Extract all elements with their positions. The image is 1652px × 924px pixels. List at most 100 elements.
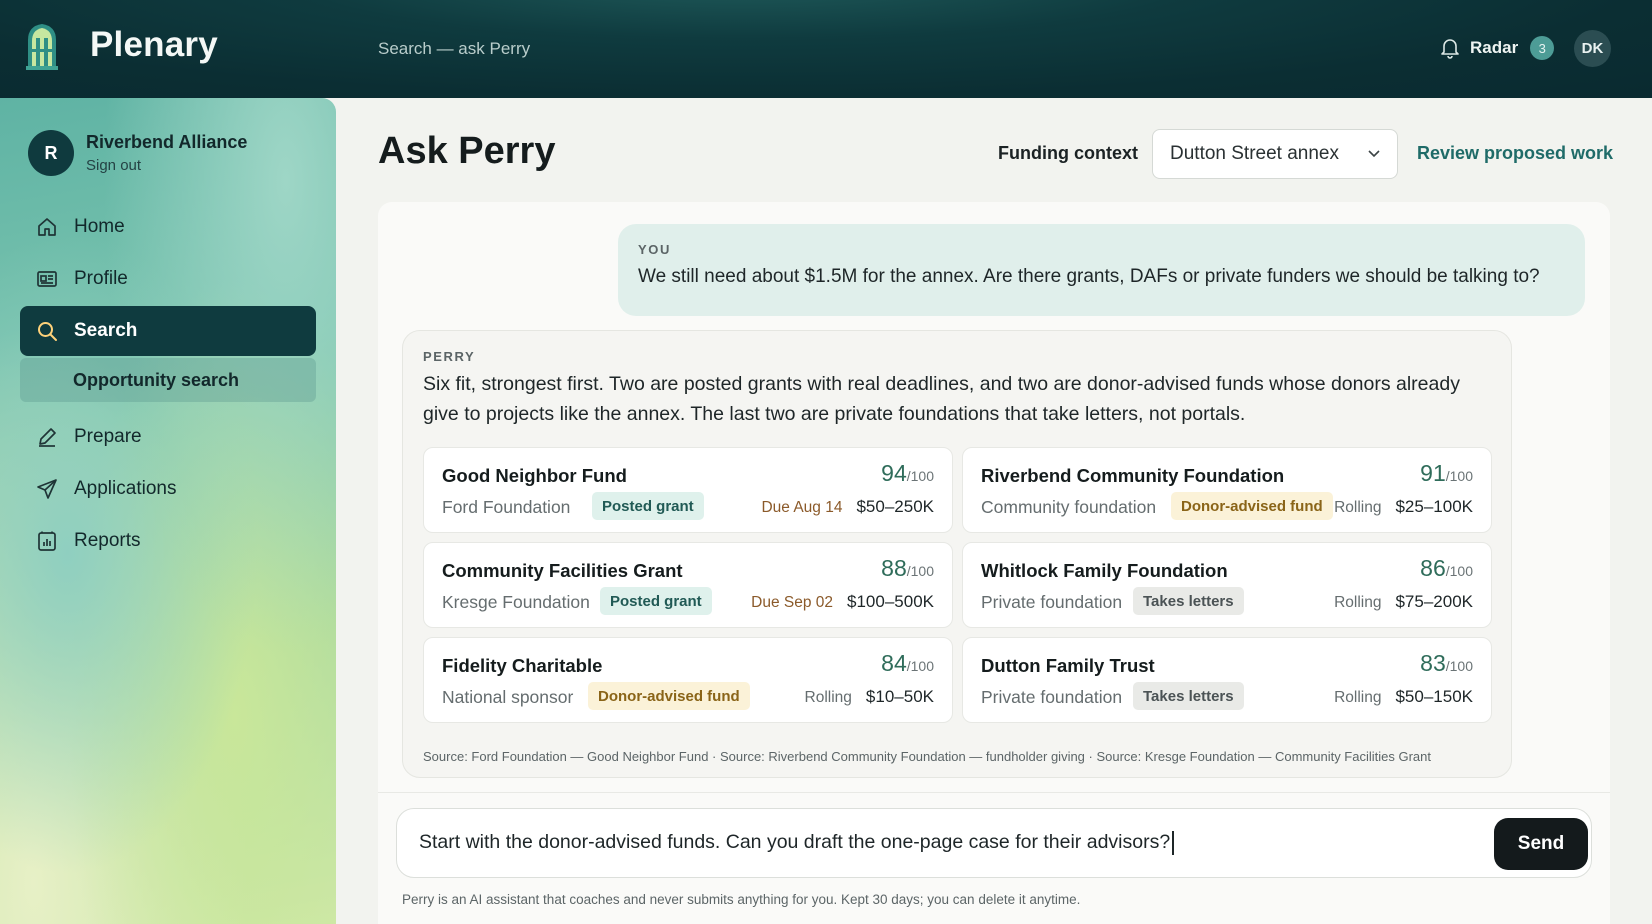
opportunity-timing: Rolling xyxy=(1334,499,1382,516)
funding-context-value: Dutton Street annex xyxy=(1170,143,1339,164)
opportunity-score: 84/100 xyxy=(881,650,934,676)
opportunity-name: Good Neighbor Fund xyxy=(442,465,627,486)
opportunity-funder: Community foundation xyxy=(981,497,1157,517)
opportunity-timing: Rolling xyxy=(1334,689,1382,706)
text-caret xyxy=(1172,831,1175,855)
opportunity-score: 86/100 xyxy=(1420,555,1473,581)
sidebar-item-applications[interactable]: Applications xyxy=(20,464,316,514)
opportunity-range: $50–250K xyxy=(856,497,934,516)
sidebar-item-label: Search xyxy=(74,320,138,341)
opportunity-card[interactable]: Whitlock Family Foundation 86/100 Privat… xyxy=(962,542,1492,628)
opportunity-funder: National sponsor xyxy=(442,687,574,707)
sidebar-item-label: Applications xyxy=(74,478,177,499)
sidebar-item-home[interactable]: Home xyxy=(20,202,316,252)
sidebar-item-label: Prepare xyxy=(74,426,142,447)
user-message-bubble: YOU We still need about $1.5M for the an… xyxy=(618,224,1585,316)
top-bar: Plenary Search — ask Perry Radar 3 DK xyxy=(0,0,1652,98)
opportunity-name: Fidelity Charitable xyxy=(442,655,603,676)
opportunity-range: $25–100K xyxy=(1395,497,1473,516)
assistant-message-label: PERRY xyxy=(423,349,476,364)
opportunity-timing: Rolling xyxy=(804,689,852,706)
pen-icon xyxy=(39,428,56,447)
opportunity-meta: Rolling $10–50K xyxy=(805,687,934,707)
opportunity-grid: Good Neighbor Fund 94/100 Ford Foundatio… xyxy=(423,447,1498,723)
assistant-message-card: PERRY Six fit, strongest first. Two are … xyxy=(402,330,1512,778)
opportunity-type-tag: Takes letters xyxy=(1133,587,1244,615)
opportunity-meta: Rolling $75–200K xyxy=(1334,592,1473,612)
opportunity-funder: Kresge Foundation xyxy=(442,592,590,612)
opportunity-name: Riverbend Community Foundation xyxy=(981,465,1285,486)
opportunity-meta: Rolling $25–100K xyxy=(1334,497,1473,517)
org-switcher: R Riverbend Alliance Sign out xyxy=(28,130,247,176)
opportunity-name: Community Facilities Grant xyxy=(442,560,683,581)
opportunity-type-tag: Donor-advised fund xyxy=(588,682,750,710)
sidebar-item-prepare[interactable]: Prepare xyxy=(20,412,316,462)
opportunity-type-tag: Posted grant xyxy=(600,587,712,615)
opportunity-range: $50–150K xyxy=(1395,687,1473,706)
org-name: Riverbend Alliance xyxy=(86,132,248,152)
sidebar-item-label: Home xyxy=(74,216,125,237)
opportunity-funder: Private foundation xyxy=(981,592,1123,612)
opportunity-score: 91/100 xyxy=(1420,460,1473,486)
report-icon xyxy=(38,531,56,551)
opportunity-card[interactable]: Dutton Family Trust 83/100 Private found… xyxy=(962,637,1492,723)
sidebar-item-label: Reports xyxy=(74,530,141,551)
page-title: Ask Perry xyxy=(378,130,556,172)
bell-icon xyxy=(1441,39,1459,59)
radar-label: Radar xyxy=(1470,38,1519,57)
composer-divider xyxy=(378,792,1610,793)
message-composer[interactable]: Start with the donor-advised funds. Can … xyxy=(396,808,1592,878)
sign-out-link[interactable]: Sign out xyxy=(86,157,247,174)
opportunity-meta: Due Sep 02 $100–500K xyxy=(751,592,934,612)
opportunity-type-tag: Donor-advised fund xyxy=(1171,492,1333,520)
chevron-down-icon xyxy=(1368,150,1380,158)
ai-disclaimer: Perry is an AI assistant that coaches an… xyxy=(402,892,1081,907)
opportunity-card[interactable]: Riverbend Community Foundation 91/100 Co… xyxy=(962,447,1492,533)
plenary-logo-icon[interactable] xyxy=(24,22,60,70)
opportunity-meta: Rolling $50–150K xyxy=(1334,687,1473,707)
opportunity-range: $100–500K xyxy=(847,592,934,611)
sidebar-item-profile[interactable]: Profile xyxy=(20,254,316,304)
sidebar-item-label: Profile xyxy=(74,268,128,289)
opportunity-card[interactable]: Fidelity Charitable 84/100 National spon… xyxy=(423,637,953,723)
id-card-icon xyxy=(37,271,57,287)
opportunity-type-tag: Takes letters xyxy=(1133,682,1244,710)
sidebar-subitem-opportunity-search[interactable]: Opportunity search xyxy=(20,358,316,402)
funding-context-label: Funding context xyxy=(998,143,1138,163)
send-icon xyxy=(37,479,57,499)
sidebar: R Riverbend Alliance Sign out Home Profi… xyxy=(0,98,336,924)
user-avatar[interactable]: DK xyxy=(1574,30,1611,67)
org-avatar[interactable]: R xyxy=(28,130,74,176)
opportunity-type-tag: Posted grant xyxy=(592,492,704,520)
opportunity-card[interactable]: Community Facilities Grant 88/100 Kresge… xyxy=(423,542,953,628)
opportunity-meta: Due Aug 14 $50–250K xyxy=(761,497,934,517)
opportunity-funder: Ford Foundation xyxy=(442,497,571,517)
search-icon xyxy=(38,322,57,341)
radar-count-badge: 3 xyxy=(1530,36,1555,60)
chat-panel: YOU We still need about $1.5M for the an… xyxy=(378,202,1610,924)
sources-footnote: Source: Ford Foundation — Good Neighbor … xyxy=(423,749,1431,764)
brand-name[interactable]: Plenary xyxy=(90,25,218,65)
opportunity-timing: Due Aug 14 xyxy=(761,499,843,516)
opportunity-card[interactable]: Good Neighbor Fund 94/100 Ford Foundatio… xyxy=(423,447,953,533)
opportunity-timing: Due Sep 02 xyxy=(751,594,834,611)
opportunity-range: $75–200K xyxy=(1395,592,1473,611)
review-proposed-work-link[interactable]: Review proposed work xyxy=(1417,143,1613,164)
send-button[interactable]: Send xyxy=(1494,818,1588,870)
funding-context-select[interactable]: Dutton Street annex xyxy=(1152,129,1398,179)
user-message-label: YOU xyxy=(638,242,671,257)
global-search-input[interactable]: Search — ask Perry xyxy=(378,39,530,59)
sidebar-item-reports[interactable]: Reports xyxy=(20,516,316,566)
opportunity-name: Whitlock Family Foundation xyxy=(981,560,1228,581)
opportunity-range: $10–50K xyxy=(865,687,934,706)
sidebar-item-search[interactable]: Search xyxy=(20,306,316,356)
opportunity-timing: Rolling xyxy=(1334,594,1382,611)
message-input[interactable]: Start with the donor-advised funds. Can … xyxy=(419,831,1175,855)
opportunity-name: Dutton Family Trust xyxy=(981,655,1155,676)
sidebar-nav: Home Profile Search Opportunity search P… xyxy=(20,202,316,568)
opportunity-score: 88/100 xyxy=(881,555,934,581)
radar-button[interactable]: Radar 3 xyxy=(1440,36,1555,60)
opportunity-score: 83/100 xyxy=(1420,650,1473,676)
assistant-message-text: Six fit, strongest first. Two are posted… xyxy=(423,373,1460,425)
home-icon xyxy=(38,218,56,236)
